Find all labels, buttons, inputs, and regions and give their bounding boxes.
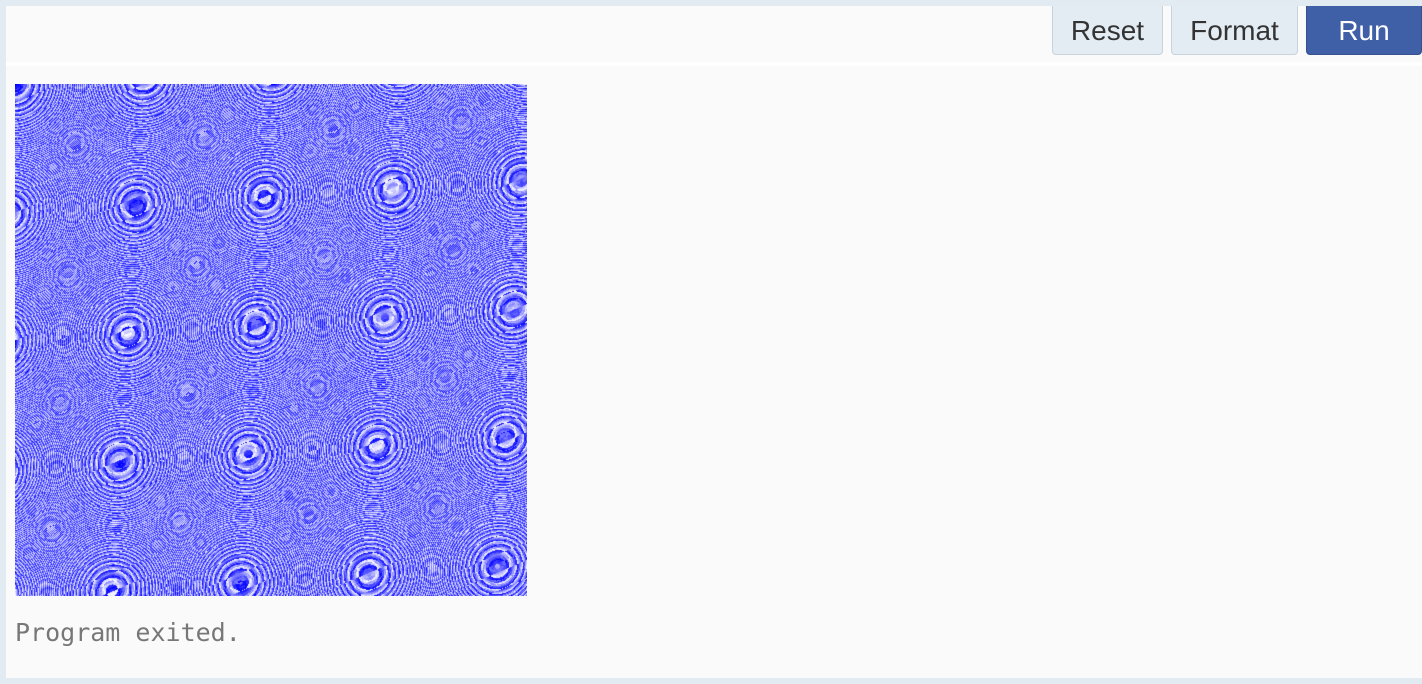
program-status: Program exited.: [15, 618, 241, 647]
output-panel: Program exited.: [6, 66, 1422, 678]
run-button[interactable]: Run: [1306, 6, 1422, 55]
reset-button[interactable]: Reset: [1052, 6, 1163, 55]
format-button[interactable]: Format: [1171, 6, 1298, 55]
toolbar: Reset Format Run: [6, 6, 1422, 62]
playground-window: Reset Format Run Program exited.: [6, 6, 1422, 678]
output-image: [15, 84, 527, 596]
